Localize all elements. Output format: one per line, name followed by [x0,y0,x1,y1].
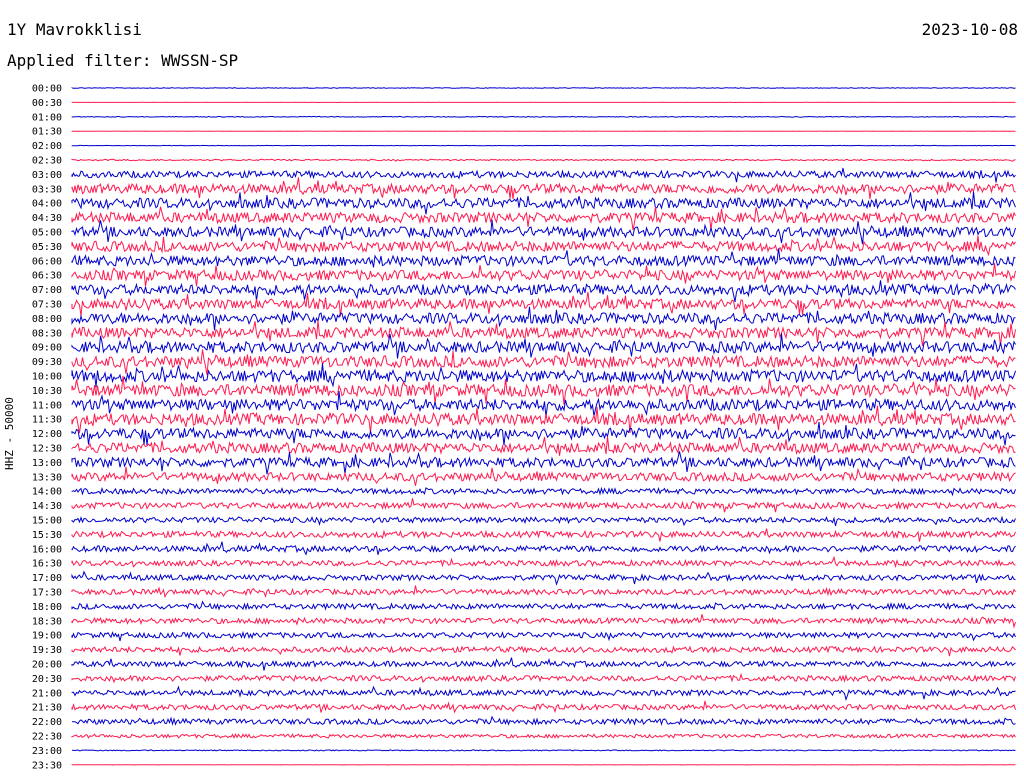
seismic-trace [71,405,1016,434]
seismic-trace [71,248,1016,268]
row-time-label: 03:30 [32,184,62,195]
seismic-trace [71,749,1016,752]
row-time-label: 17:30 [32,588,62,599]
row-time-label: 02:00 [32,141,62,152]
seismic-trace [71,685,1016,702]
row-time-label: 01:30 [32,127,62,138]
seismic-trace [71,349,1016,376]
row-time-label: 15:00 [32,516,62,527]
seismic-trace [71,363,1016,388]
row-time-label: 07:00 [32,285,62,296]
row-time-label: 14:30 [32,501,62,512]
seismic-trace [71,115,1016,118]
row-time-label: 11:00 [32,400,62,411]
seismic-trace [71,235,1016,257]
seismic-trace [71,451,1016,475]
row-time-label: 19:00 [32,631,62,642]
row-time-label: 13:00 [32,458,62,469]
seismic-trace [71,191,1016,215]
row-time-label: 08:00 [32,314,62,325]
row-time-label: 01:00 [32,112,62,123]
seismic-trace [71,291,1016,317]
seismic-trace [71,280,1016,302]
row-time-label: 17:00 [32,573,62,584]
row-time-label: 06:30 [32,271,62,282]
row-time-label: 20:30 [32,674,62,685]
row-time-label: 00:30 [32,98,62,109]
row-time-label: 10:30 [32,386,62,397]
seismic-trace [71,262,1016,287]
seismic-trace [71,700,1016,714]
seismic-trace [71,630,1016,642]
row-time-label: 08:30 [32,328,62,339]
row-time-label: 05:00 [32,228,62,239]
seismic-trace [71,306,1016,331]
seismic-trace [71,87,1016,89]
row-time-label: 14:00 [32,487,62,498]
row-time-label: 10:00 [32,372,62,383]
seismic-trace [71,570,1016,586]
seismic-trace [71,390,1016,418]
seismic-trace [71,498,1016,513]
seismic-trace [71,333,1016,359]
seismic-trace [71,486,1016,497]
row-time-label: 23:30 [32,760,62,771]
row-time-label: 04:00 [32,199,62,210]
row-time-label: 09:30 [32,357,62,368]
row-time-label: 02:30 [32,156,62,167]
row-time-label: 09:00 [32,343,62,354]
row-time-label: 00:00 [32,84,62,95]
seismic-trace [71,375,1016,405]
seismic-trace [71,555,1016,569]
row-time-label: 12:30 [32,444,62,455]
seismic-trace [71,206,1016,231]
row-time-label: 16:30 [32,559,62,570]
seismic-trace [71,528,1016,542]
seismic-trace [71,158,1016,162]
row-time-label: 16:00 [32,544,62,555]
row-time-label: 13:30 [32,472,62,483]
seismic-trace [71,167,1016,183]
row-time-label: 11:30 [32,415,62,426]
seismic-trace [71,515,1016,527]
row-time-label: 23:00 [32,746,62,757]
seismic-trace [71,715,1016,726]
row-time-label: 19:30 [32,645,62,656]
seismic-trace [71,436,1016,456]
row-time-label: 03:00 [32,170,62,181]
row-time-label: 06:00 [32,256,62,267]
seismic-trace [71,219,1016,245]
seismic-trace [71,732,1016,740]
seismic-trace [71,600,1016,611]
row-time-label: 18:00 [32,602,62,613]
row-time-label: 07:30 [32,300,62,311]
seismic-trace [71,672,1016,684]
row-time-label: 05:30 [32,242,62,253]
seismic-trace [71,177,1016,200]
seismic-trace [71,585,1016,599]
seismic-trace [71,645,1016,657]
row-time-label: 22:30 [32,732,62,743]
row-time-label: 12:00 [32,429,62,440]
row-time-label: 21:00 [32,688,62,699]
row-time-label: 04:30 [32,213,62,224]
seismic-trace [71,614,1016,629]
seismic-trace [71,541,1016,556]
row-time-label: 18:30 [32,616,62,627]
helicorder-plot: 00:00 00:30 01:00 01:30 02:00 02:30 03:00 03:30… [32,84,1016,771]
row-time-label: 22:00 [32,717,62,728]
row-time-label: 20:00 [32,660,62,671]
row-time-label: 15:30 [32,530,62,541]
seismic-trace [71,657,1016,671]
seismic-trace [71,466,1016,486]
row-time-label: 21:30 [32,703,62,714]
